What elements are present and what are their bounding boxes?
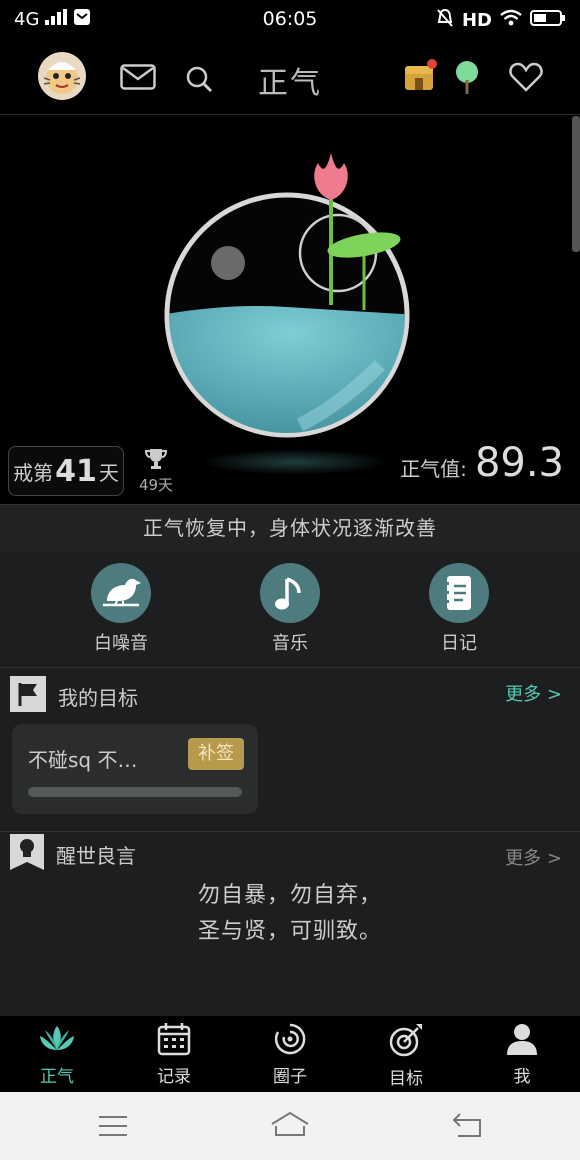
goal-text: 不碰sq 不…	[28, 748, 138, 772]
streak-suffix: 天	[98, 460, 119, 485]
quotes-more-link[interactable]: 更多 >	[505, 844, 562, 870]
top-bar: 正气	[0, 40, 580, 115]
goal-progress-bar	[28, 787, 242, 797]
music-button[interactable]: 音乐	[240, 563, 340, 655]
shortcut-row: 白噪音 音乐 日记	[0, 551, 580, 668]
calendar-icon	[129, 1022, 219, 1060]
score-label: 正气值:	[400, 457, 467, 481]
status-bar: 4G 06:05 HD	[0, 0, 580, 40]
white-noise-button[interactable]: 白噪音	[71, 563, 171, 655]
trophy-icon	[136, 448, 176, 474]
back-icon[interactable]	[452, 1112, 482, 1142]
best-record[interactable]: 49天	[136, 448, 176, 495]
lightbulb-icon	[10, 834, 44, 874]
goals-header: 我的目标	[10, 676, 138, 716]
streak-counter: 戒第 41 天	[8, 446, 124, 496]
shop-icon[interactable]	[402, 58, 438, 98]
quotes-header: 醒世良言	[10, 834, 136, 874]
quotes-title: 醒世良言	[56, 843, 136, 868]
scrollbar[interactable]	[572, 116, 580, 252]
makeup-checkin-badge[interactable]: 补签	[188, 738, 244, 770]
page-title: 正气	[258, 66, 322, 101]
system-nav-bar	[0, 1092, 580, 1160]
notebook-icon	[429, 563, 489, 623]
quote-line: 圣与贤，可驯致。	[197, 919, 382, 944]
nav-label: 记录	[157, 1067, 191, 1087]
circle-community-icon	[245, 1022, 335, 1060]
nav-label: 我	[513, 1067, 531, 1087]
bird-icon	[91, 563, 151, 623]
battery-icon	[530, 9, 566, 32]
heart-icon[interactable]	[509, 62, 543, 96]
tree-icon[interactable]	[454, 60, 480, 100]
globe-shadow	[205, 450, 385, 474]
nav-records[interactable]: 记录	[129, 1022, 219, 1087]
nav-zhengqi[interactable]: 正气	[12, 1022, 102, 1087]
status-right: HD	[436, 8, 566, 33]
score-value: 89.3	[474, 440, 564, 486]
home-icon[interactable]	[270, 1110, 310, 1144]
nav-goals[interactable]: 目标	[361, 1022, 451, 1089]
shortcut-label: 音乐	[272, 633, 308, 654]
lotus-icon	[12, 1022, 102, 1060]
nav-label: 正气	[40, 1067, 74, 1087]
bottom-nav: 正气 记录 圈子 目标 我	[0, 1016, 580, 1092]
goals-more-link[interactable]: 更多 >	[505, 680, 562, 706]
shortcut-label: 白噪音	[94, 633, 148, 654]
lotus-globe-illustration	[164, 153, 410, 438]
streak-prefix: 戒第	[13, 460, 54, 485]
menu-icon[interactable]	[98, 1114, 128, 1142]
shortcut-label: 日记	[441, 633, 477, 654]
score-display: 正气值: 89.3	[400, 440, 564, 486]
streak-days: 41	[55, 453, 97, 489]
nav-label: 目标	[389, 1069, 423, 1089]
flag-icon	[10, 676, 46, 716]
nav-label: 圈子	[273, 1067, 307, 1087]
hd-label: HD	[461, 10, 492, 31]
wifi-icon	[500, 9, 522, 32]
person-icon	[477, 1022, 567, 1060]
quote-text: 勿自暴，勿自弃， 圣与贤，可驯致。	[0, 878, 580, 950]
nav-me[interactable]: 我	[477, 1022, 567, 1087]
music-note-icon	[260, 563, 320, 623]
mute-bell-icon	[436, 8, 454, 33]
quote-line: 勿自暴，勿自弃，	[197, 883, 382, 908]
goals-title: 我的目标	[58, 685, 138, 710]
nav-circle[interactable]: 圈子	[245, 1022, 335, 1087]
diary-button[interactable]: 日记	[409, 563, 509, 655]
recovery-status-message: 正气恢复中，身体状况逐渐改善	[0, 504, 580, 552]
best-days: 49天	[138, 476, 174, 494]
target-icon	[361, 1022, 451, 1062]
